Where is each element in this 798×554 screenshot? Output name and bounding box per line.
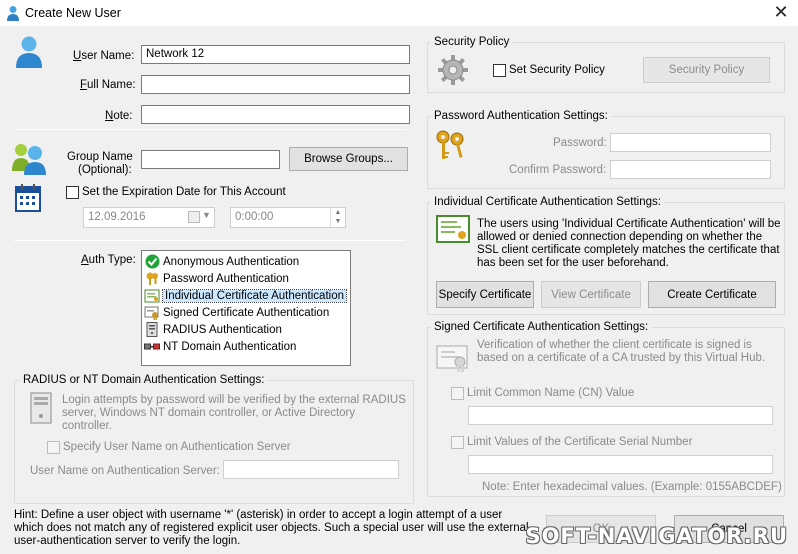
- signed-certificate-icon: [436, 342, 470, 372]
- auth-type-label: NT Domain Authentication: [163, 340, 297, 353]
- time-spinner[interactable]: ▲ ▼: [330, 208, 345, 227]
- full-name-label: Full Name:: [80, 79, 136, 91]
- group-name-optional-label: (Optional):: [78, 164, 132, 176]
- password-label: Password:: [553, 137, 607, 149]
- confirm-password-label: Confirm Password:: [509, 164, 607, 176]
- auth-type-item[interactable]: Anonymous Authentication: [142, 253, 350, 270]
- auth-type-item[interactable]: RADIUS Authentication: [142, 321, 350, 338]
- divider: [14, 129, 406, 130]
- hex-note: Note: Enter hexadecimal values. (Example…: [482, 481, 782, 493]
- expiration-time-input[interactable]: 0:00:00: [230, 207, 346, 228]
- limit-serial-label: Limit Values of the Certificate Serial N…: [467, 436, 693, 448]
- expiration-time-value: 0:00:00: [235, 211, 274, 223]
- auth-type-item[interactable]: Password Authentication: [142, 270, 350, 287]
- hint-text: Hint: Define a user object with username…: [14, 509, 529, 547]
- auth-type-label: Individual Certificate Authentication: [162, 288, 347, 303]
- auth-type-label: Password Authentication: [163, 272, 289, 285]
- view-certificate-button[interactable]: View Certificate: [541, 281, 641, 308]
- full-name-input[interactable]: [141, 75, 410, 94]
- expiration-date-value: 12.09.2016: [88, 211, 146, 223]
- limit-cn-label: Limit Common Name (CN) Value: [467, 387, 635, 399]
- auth-server-username-input[interactable]: [223, 460, 399, 479]
- radius-group-title: RADIUS or NT Domain Authentication Setti…: [20, 374, 268, 386]
- gear-icon: [437, 54, 469, 86]
- server-icon: [144, 322, 160, 338]
- note-label: Note:: [105, 110, 133, 122]
- server-icon: [28, 392, 54, 424]
- auth-type-list[interactable]: Anonymous Authentication Password Authent…: [141, 250, 351, 366]
- password-input[interactable]: [610, 133, 771, 152]
- auth-server-username-label: User Name on Authentication Server:: [30, 465, 220, 477]
- set-security-policy-checkbox[interactable]: [493, 64, 506, 77]
- confirm-password-input[interactable]: [610, 160, 771, 179]
- group-icon: [11, 141, 47, 175]
- expiration-label: Set the Expiration Date for This Account: [82, 186, 286, 198]
- specify-username-checkbox[interactable]: [47, 441, 60, 454]
- chevron-down-icon[interactable]: ▼: [202, 210, 211, 220]
- individual-cert-title: Individual Certificate Authentication Se…: [431, 196, 664, 208]
- create-certificate-button[interactable]: Create Certificate: [648, 281, 776, 308]
- auth-type-item[interactable]: NT Domain Authentication: [142, 338, 350, 355]
- group-name-input[interactable]: [141, 150, 280, 169]
- limit-cn-input[interactable]: [468, 406, 773, 425]
- auth-type-item[interactable]: Signed Certificate Authentication: [142, 304, 350, 321]
- security-policy-button[interactable]: Security Policy: [643, 57, 770, 83]
- user-avatar-icon: [14, 35, 44, 69]
- check-icon: [144, 254, 160, 270]
- close-button[interactable]: ✕: [770, 2, 792, 22]
- network-icon: [144, 339, 160, 355]
- specify-certificate-button[interactable]: Specify Certificate: [436, 281, 534, 308]
- auth-type-label: RADIUS Authentication: [163, 323, 282, 336]
- expiration-checkbox[interactable]: [66, 186, 79, 199]
- auth-type-label: Signed Certificate Authentication: [163, 306, 330, 319]
- calendar-dropdown-icon[interactable]: [188, 211, 200, 223]
- watermark: SOFT-NAVIGATOR.RU: [525, 524, 788, 548]
- signed-cert-title: Signed Certificate Authentication Settin…: [431, 321, 652, 333]
- password-settings-title: Password Authentication Settings:: [431, 110, 611, 122]
- certificate-icon: [436, 215, 470, 243]
- user-name-label: User Name:: [73, 50, 135, 62]
- note-input[interactable]: [141, 105, 410, 124]
- individual-cert-description: The users using 'Individual Certificate …: [477, 218, 781, 269]
- calendar-icon: [12, 183, 44, 213]
- keys-icon: [434, 128, 468, 162]
- user-name-input[interactable]: Network 12: [141, 45, 410, 64]
- set-security-policy-label: Set Security Policy: [509, 64, 605, 76]
- keys-icon: [144, 271, 160, 287]
- auth-type-label: Auth Type:: [81, 254, 136, 266]
- radius-description: Login attempts by password will be verif…: [62, 394, 406, 432]
- group-name-label: Group Name: [67, 151, 133, 163]
- auth-type-item[interactable]: Individual Certificate Authentication: [142, 287, 350, 304]
- limit-cn-checkbox[interactable]: [451, 387, 464, 400]
- user-icon: [6, 5, 20, 21]
- limit-serial-input[interactable]: [468, 455, 773, 474]
- signed-cert-description: Verification of whether the client certi…: [477, 339, 766, 364]
- signed-certificate-icon: [144, 305, 160, 321]
- window-title: Create New User: [25, 6, 121, 20]
- browse-groups-button[interactable]: Browse Groups...: [289, 147, 408, 171]
- limit-serial-checkbox[interactable]: [451, 436, 464, 449]
- security-policy-title: Security Policy: [431, 36, 513, 48]
- auth-type-label: Anonymous Authentication: [163, 255, 300, 268]
- certificate-icon: [144, 288, 160, 304]
- specify-username-label: Specify User Name on Authentication Serv…: [63, 441, 291, 453]
- divider: [14, 240, 406, 241]
